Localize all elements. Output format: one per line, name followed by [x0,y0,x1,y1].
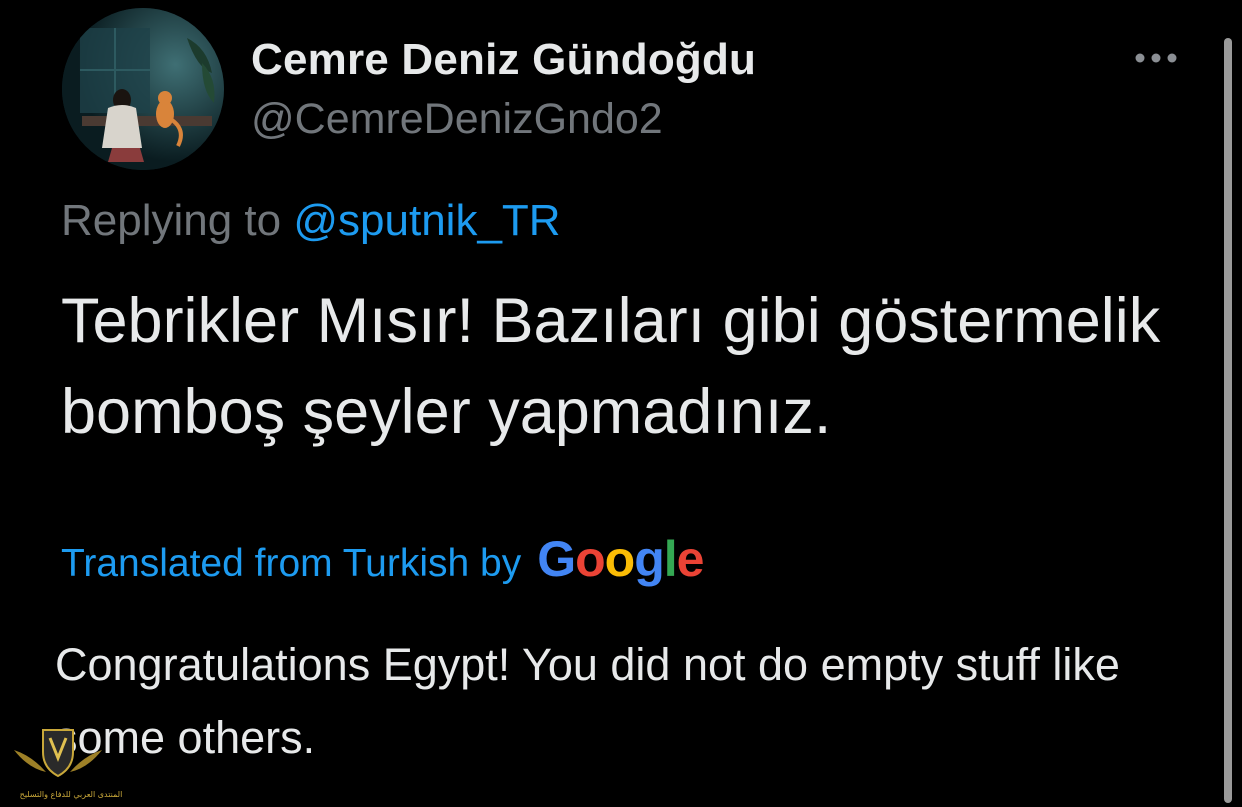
watermark-caption: المنتدى العربي للدفاع والتسليح [20,790,123,799]
tweet-text: Tebrikler Mısır! Bazıları gibi göstermel… [61,286,1161,447]
translation-label: Translated from Turkish by [61,542,522,585]
avatar-image [62,8,224,170]
shield-wings-icon: المنتدى العربي للدفاع والتسليح [14,729,123,799]
author-handle[interactable]: @CemreDenizGndo2 [251,95,663,144]
replying-to: Replying to @sputnik_TR [61,196,561,246]
watermark-logo: المنتدى العربي للدفاع والتسليح [6,722,136,802]
avatar[interactable] [62,8,224,170]
more-horizontal-icon [1135,53,1177,63]
replying-to-label: Replying to [61,196,294,245]
scrollbar[interactable] [1224,38,1232,803]
translation-attribution[interactable]: Translated from Turkish by Google [61,530,704,588]
more-options-button[interactable] [1128,40,1184,76]
author-display-name[interactable]: Cemre Deniz Gündoğdu [251,35,756,85]
google-logo: Google [537,531,704,587]
replying-to-mention-link[interactable]: @sputnik_TR [293,196,560,245]
translated-tweet-text: Congratulations Egypt! You did not do em… [55,639,1120,763]
